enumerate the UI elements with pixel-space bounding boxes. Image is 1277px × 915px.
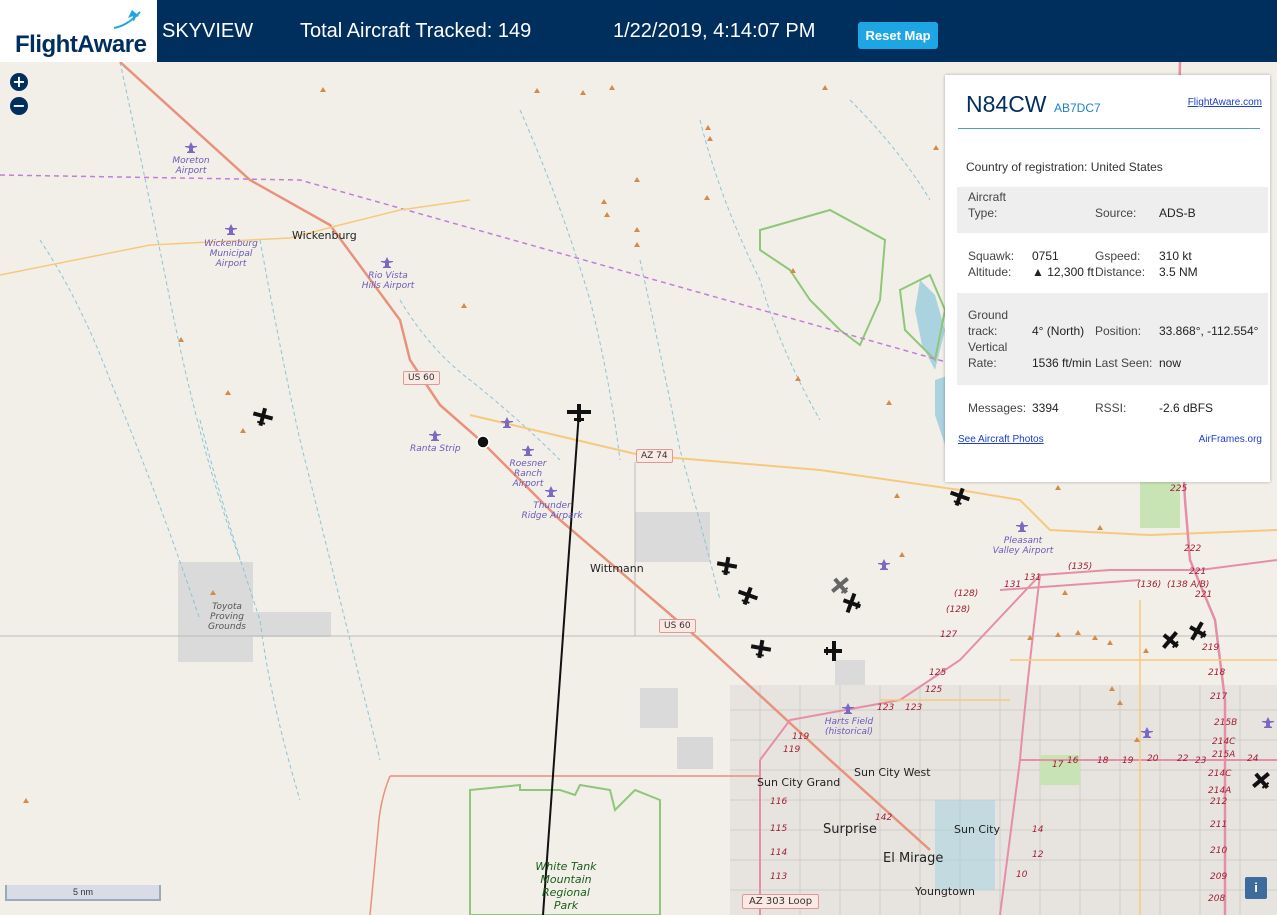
- info-button[interactable]: i: [1245, 877, 1267, 899]
- position-value: 33.868°, -112.554°: [1159, 324, 1259, 338]
- registration: N84CW: [966, 91, 1047, 117]
- top-bar: FlightAware SKYVIEW Total Aircraft Track…: [0, 0, 1277, 62]
- logo-text: FlightAware: [15, 31, 147, 58]
- messages-value: 3394: [1032, 401, 1059, 415]
- country-row: Country of registration: United States: [966, 160, 1163, 174]
- altitude-label: Altitude:: [968, 265, 1012, 279]
- airframes-link[interactable]: AirFrames.org: [1199, 434, 1262, 445]
- squawk-value: 0751: [1032, 249, 1059, 263]
- zoom-out-button[interactable]: −: [10, 97, 28, 115]
- ground-track-label-1: Ground: [968, 308, 1009, 322]
- zoom-in-button[interactable]: +: [10, 73, 28, 91]
- messages-label: Messages:: [968, 401, 1027, 415]
- aircraft-count: Total Aircraft Tracked: 149: [300, 20, 532, 42]
- aircraft-type-label-2: Type:: [968, 206, 998, 220]
- ground-track-label-2: track:: [968, 324, 998, 338]
- vertical-rate-value: 1536 ft/min: [1032, 356, 1092, 370]
- plane-logo-icon: [113, 10, 141, 29]
- aircraft-info-panel: N84CW AB7DC7 FlightAware.com Country of …: [945, 75, 1270, 482]
- aircraft-photos-link[interactable]: See Aircraft Photos: [958, 434, 1044, 445]
- vertical-rate-label-1: Vertical: [968, 340, 1008, 354]
- country-label: Country of registration:: [966, 160, 1088, 174]
- reset-map-button[interactable]: Reset Map: [858, 22, 938, 49]
- app-title: SKYVIEW: [162, 20, 254, 42]
- source-value: ADS-B: [1159, 206, 1196, 220]
- gspeed-value: 310 kt: [1159, 249, 1192, 263]
- distance-value: 3.5 NM: [1159, 265, 1198, 279]
- timestamp: 1/22/2019, 4:14:07 PM: [613, 20, 816, 42]
- squawk-label: Squawk:: [968, 249, 1015, 263]
- last-seen-label: Last Seen:: [1095, 356, 1153, 370]
- source-label: Source:: [1095, 206, 1137, 220]
- scale-bar: 5 nm: [5, 885, 161, 901]
- hex-code: AB7DC7: [1054, 101, 1101, 115]
- distance-label: Distance:: [1095, 265, 1146, 279]
- ground-track-value: 4° (North): [1032, 324, 1085, 338]
- divider: [958, 128, 1260, 129]
- rssi-label: RSSI:: [1095, 401, 1127, 415]
- aircraft-type-label-1: Aircraft: [968, 190, 1007, 204]
- last-seen-value: now: [1159, 356, 1182, 370]
- map-canvas[interactable]: Wickenburg Wittmann Sun City Grand Sun C…: [0, 62, 1277, 915]
- type-source-block: Aircraft Type: Source: ADS-B: [957, 187, 1268, 233]
- gspeed-label: Gspeed:: [1095, 249, 1141, 263]
- flightaware-logo[interactable]: FlightAware: [0, 0, 157, 62]
- country-value: United States: [1090, 160, 1163, 174]
- flightaware-link[interactable]: FlightAware.com: [1188, 97, 1262, 108]
- track-position-block: Ground track: 4° (North) Position: 33.86…: [957, 293, 1268, 385]
- rssi-value: -2.6 dBFS: [1159, 401, 1214, 415]
- altitude-value: ▲ 12,300 ft: [1032, 265, 1094, 279]
- vertical-rate-label-2: Rate:: [968, 356, 997, 370]
- position-label: Position:: [1095, 324, 1142, 338]
